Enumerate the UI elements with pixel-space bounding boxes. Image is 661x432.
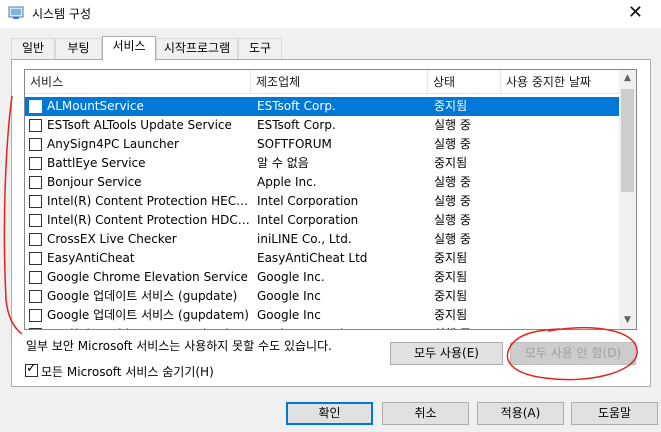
service-status: 실행 중 bbox=[434, 194, 471, 208]
service-row[interactable]: EasyAntiCheat EasyAntiCheat Ltd 중지됨 bbox=[25, 249, 620, 268]
title-bar: 시스템 구성 ✕ bbox=[0, 0, 661, 28]
column-header-manufacturer[interactable]: 제조업체 bbox=[251, 70, 428, 94]
vertical-scrollbar[interactable]: ▲ ▼ bbox=[619, 70, 636, 329]
service-row[interactable]: Intel(R) Content Protection HECI Se... In… bbox=[25, 192, 620, 211]
service-row[interactable]: Intel(R) Rapid Storage Technology Intel C… bbox=[25, 325, 620, 329]
service-checkbox[interactable] bbox=[29, 233, 42, 246]
service-name: Google Chrome Elevation Service bbox=[47, 270, 248, 284]
service-checkbox[interactable] bbox=[29, 119, 42, 132]
service-name: EasyAntiCheat bbox=[47, 251, 135, 265]
service-manufacturer: Intel Corporation bbox=[257, 213, 359, 227]
services-list[interactable]: 서비스 제조업체 상태 사용 중지한 날짜 ALMountService ESTs… bbox=[24, 69, 637, 330]
service-name: Intel(R) Content Protection HECI Se... bbox=[47, 194, 251, 208]
service-status: 중지됨 bbox=[434, 308, 468, 322]
service-row[interactable]: AnySign4PC Launcher SOFTFORUM 실행 중 bbox=[25, 135, 620, 154]
list-header: 서비스 제조업체 상태 사용 중지한 날짜 bbox=[25, 70, 620, 94]
scroll-down-icon[interactable]: ▼ bbox=[619, 312, 636, 329]
scroll-up-icon[interactable]: ▲ bbox=[619, 70, 636, 87]
service-manufacturer: EasyAntiCheat Ltd bbox=[257, 251, 368, 265]
service-name: AnySign4PC Launcher bbox=[47, 137, 179, 151]
service-checkbox[interactable] bbox=[29, 271, 42, 284]
service-name: Google 업데이트 서비스 (gupdatem) bbox=[47, 308, 249, 322]
service-name: ALMountService bbox=[47, 99, 144, 113]
cancel-button[interactable]: 취소 bbox=[382, 402, 469, 425]
security-note: 일부 보안 Microsoft 서비스는 사용하지 못할 수도 있습니다. bbox=[26, 339, 332, 353]
service-status: 실행 중 bbox=[434, 118, 471, 132]
column-header-status[interactable]: 상태 bbox=[428, 70, 501, 94]
service-manufacturer: Intel Corporation bbox=[257, 325, 427, 329]
tab-services[interactable]: 서비스 bbox=[102, 36, 156, 61]
service-row[interactable]: Google Chrome Elevation Service Google In… bbox=[25, 268, 620, 287]
service-status: 실행 중 bbox=[434, 137, 471, 151]
service-checkbox[interactable] bbox=[29, 157, 42, 170]
service-checkbox[interactable] bbox=[29, 328, 42, 329]
service-checkbox[interactable] bbox=[29, 195, 42, 208]
checkmark-icon: ✓ bbox=[26, 361, 37, 376]
scrollbar-thumb[interactable] bbox=[621, 89, 634, 192]
service-name: CrossEX Live Checker bbox=[47, 232, 177, 246]
service-checkbox[interactable] bbox=[29, 138, 42, 151]
hide-microsoft-services-label[interactable]: 모든 Microsoft 서비스 숨기기(H) bbox=[41, 363, 214, 380]
service-name: Intel(R) Content Protection HDCP S... bbox=[47, 213, 251, 227]
system-config-icon bbox=[8, 6, 24, 19]
service-name: Google 업데이트 서비스 (gupdate) bbox=[47, 289, 238, 303]
service-row[interactable]: ESTsoft ALTools Update Service ESTsoft Co… bbox=[25, 116, 620, 135]
service-status: 실행 중 bbox=[434, 232, 471, 246]
service-row[interactable]: BattlEye Service 알 수 없음 중지됨 bbox=[25, 154, 620, 173]
service-row[interactable]: Bonjour Service Apple Inc. 실행 중 bbox=[25, 173, 620, 192]
service-name: Bonjour Service bbox=[47, 175, 142, 189]
disable-all-button[interactable]: 모두 사용 안 함(D) bbox=[510, 342, 636, 365]
service-status: 실행 중 bbox=[434, 325, 504, 329]
tab-boot[interactable]: 부팅 bbox=[55, 38, 102, 59]
service-checkbox[interactable] bbox=[29, 214, 42, 227]
service-manufacturer: ESTsoft Corp. bbox=[257, 99, 336, 113]
service-manufacturer: ESTsoft Corp. bbox=[257, 118, 336, 132]
service-name: ESTsoft ALTools Update Service bbox=[47, 118, 232, 132]
column-header-disabled-date[interactable]: 사용 중지한 날짜 bbox=[501, 70, 620, 94]
close-icon[interactable]: ✕ bbox=[628, 2, 643, 23]
service-name: Intel(R) Rapid Storage Technology bbox=[47, 325, 251, 329]
service-status: 중지됨 bbox=[434, 156, 468, 170]
service-status: 중지됨 bbox=[434, 270, 468, 284]
enable-all-button[interactable]: 모두 사용(E) bbox=[390, 342, 503, 365]
service-checkbox[interactable] bbox=[29, 100, 42, 113]
service-manufacturer: iniLINE Co., Ltd. bbox=[257, 232, 352, 246]
service-checkbox[interactable] bbox=[29, 309, 42, 322]
service-manufacturer: Intel Corporation bbox=[257, 194, 359, 208]
service-status: 실행 중 bbox=[434, 175, 471, 189]
service-row[interactable]: CrossEX Live Checker iniLINE Co., Ltd. 실행 … bbox=[25, 230, 620, 249]
tab-tools[interactable]: 도구 bbox=[238, 38, 282, 59]
service-manufacturer: Google Inc bbox=[257, 308, 321, 322]
service-name: BattlEye Service bbox=[47, 156, 146, 170]
service-checkbox[interactable] bbox=[29, 176, 42, 189]
tab-general[interactable]: 일반 bbox=[11, 38, 55, 59]
window-title: 시스템 구성 bbox=[32, 7, 92, 21]
ok-button[interactable]: 확인 bbox=[286, 402, 373, 425]
column-header-service[interactable]: 서비스 bbox=[25, 70, 251, 94]
service-status: 중지됨 bbox=[434, 289, 468, 303]
service-manufacturer: 알 수 없음 bbox=[257, 156, 309, 170]
service-checkbox[interactable] bbox=[29, 252, 42, 265]
service-status: 실행 중 bbox=[434, 213, 471, 227]
service-row[interactable]: Google 업데이트 서비스 (gupdatem) Google Inc 중지됨 bbox=[25, 306, 620, 325]
service-manufacturer: SOFTFORUM bbox=[257, 137, 332, 151]
service-status: 중지됨 bbox=[434, 99, 468, 113]
service-status: 중지됨 bbox=[434, 251, 468, 265]
service-manufacturer: Apple Inc. bbox=[257, 175, 317, 189]
service-row[interactable]: Google 업데이트 서비스 (gupdate) Google Inc 중지됨 bbox=[25, 287, 620, 306]
service-row[interactable]: ALMountService ESTsoft Corp. 중지됨 bbox=[25, 97, 620, 116]
help-button[interactable]: 도움말 bbox=[571, 402, 658, 425]
apply-button[interactable]: 적용(A) bbox=[477, 402, 564, 425]
service-row[interactable]: Intel(R) Content Protection HDCP S... Int… bbox=[25, 211, 620, 230]
service-checkbox[interactable] bbox=[29, 290, 42, 303]
tab-startup[interactable]: 시작프로그램 bbox=[156, 38, 238, 59]
service-manufacturer: Google Inc bbox=[257, 289, 321, 303]
service-manufacturer: Google Inc. bbox=[257, 270, 325, 284]
